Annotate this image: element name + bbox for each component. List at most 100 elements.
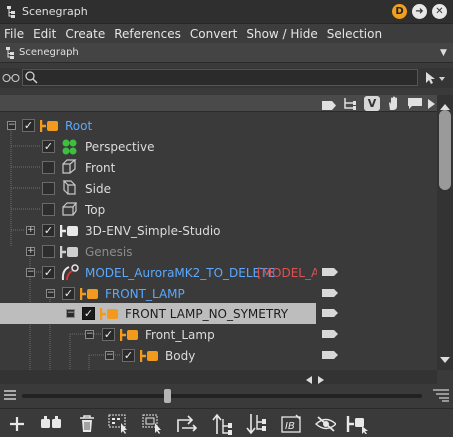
group-orange-icon [39, 119, 58, 133]
tree-row-front-lamp[interactable]: − ✓ FRONT_LAMP [0, 283, 437, 304]
visibility-checkbox[interactable]: ✓ [22, 119, 35, 132]
move-up-icon[interactable] [212, 413, 234, 435]
zoom-slider-row [0, 384, 453, 408]
scene-tree[interactable]: − ✓ Root ✓ Perspective Front Side Top + … [0, 112, 437, 370]
tag-icon[interactable] [322, 351, 338, 359]
vertical-scrollbar-thumb[interactable] [439, 110, 451, 190]
visibility-checkbox[interactable]: ✓ [122, 349, 135, 362]
collapse-icon[interactable]: − [7, 121, 16, 130]
visibility-checkbox[interactable]: ✓ [62, 287, 75, 300]
cube-icon [61, 180, 79, 195]
visibility-checkbox[interactable] [42, 161, 55, 174]
tree-row-genesis[interactable]: + Genesis [0, 241, 437, 262]
search-row [0, 68, 453, 88]
svg-text:IB: IB [285, 421, 295, 432]
v-icon[interactable]: V [364, 96, 380, 111]
arrow-right-icon[interactable] [428, 98, 435, 112]
tag-tool-icon[interactable] [346, 413, 368, 435]
tree-label: Side [85, 181, 111, 196]
visibility-checkbox[interactable] [42, 182, 55, 195]
chevron-down-icon[interactable]: ▼ [440, 48, 447, 58]
visibility-checkbox[interactable]: ✓ [42, 224, 55, 237]
menu-references[interactable]: References [114, 27, 181, 41]
tag-icon[interactable] [322, 289, 338, 297]
select-all-icon[interactable] [108, 413, 130, 435]
collapse-icon[interactable]: − [46, 289, 55, 298]
collapse-icon[interactable]: − [85, 330, 94, 339]
dock-button[interactable]: D [392, 4, 407, 19]
tree-label-suffix: [MODEL_A [257, 265, 317, 280]
rename-icon[interactable]: IB [281, 413, 303, 435]
tree-label: MODEL_AuroraMK2_TO_DELETE [85, 265, 276, 280]
tree-label: 3D-ENV_Simple-Studio [85, 223, 221, 238]
tree-row-front[interactable]: Front [0, 157, 437, 178]
search-input[interactable] [22, 69, 418, 86]
tree-row-model-aurora[interactable]: − ✓ MODEL_AuroraMK2_TO_DELETE [MODEL_A [0, 262, 437, 283]
tree-label: Perspective [85, 139, 155, 154]
zoom-slider-knob[interactable] [164, 389, 171, 403]
group-orange-icon [119, 328, 138, 342]
reference-icon [60, 264, 79, 281]
select-cursor-icon[interactable] [424, 71, 446, 88]
title-bar: Scenegraph D ➜ ✕ [0, 0, 453, 24]
tree-label: Top [85, 202, 106, 217]
comment-icon[interactable] [408, 98, 422, 112]
tag-icon[interactable] [322, 268, 338, 276]
menu-file[interactable]: File [4, 27, 24, 41]
close-button[interactable]: ✕ [432, 4, 447, 19]
move-down-icon[interactable] [246, 413, 268, 435]
tree-label: Root [65, 118, 93, 133]
hide-icon[interactable] [314, 413, 336, 435]
scroll-down-icon[interactable] [440, 352, 450, 366]
collapse-icon[interactable]: − [26, 268, 35, 277]
group-orange-icon [79, 287, 98, 301]
tree-row-front-lamp-child[interactable]: − ✓ Front_Lamp [0, 324, 437, 345]
hierarchy-icon[interactable] [343, 97, 357, 113]
tree-row-body[interactable]: − ✓ Body [0, 345, 437, 366]
cube-icon [61, 201, 79, 216]
tree-label: Genesis [85, 244, 133, 259]
collapse-icon[interactable]: − [105, 351, 114, 360]
tree-row-top[interactable]: Top [0, 199, 437, 220]
tree-row-root[interactable]: − ✓ Root [0, 115, 437, 136]
add-icon[interactable] [6, 413, 28, 435]
select-children-icon[interactable] [142, 413, 164, 435]
tree-label: Body [165, 348, 196, 363]
menu-edit[interactable]: Edit [33, 27, 56, 41]
panel-selector[interactable]: Scenegraph ▼ [0, 43, 453, 63]
tree-row-perspective[interactable]: ✓ Perspective [0, 136, 437, 157]
menu-convert[interactable]: Convert [190, 27, 237, 41]
panel-selector-label: Scenegraph [19, 47, 79, 58]
list-compact-icon[interactable] [4, 390, 16, 404]
tree-row-front-lamp-no-symetry[interactable]: − ✓ FRONT LAMP_NO_SYMETRY [0, 303, 316, 324]
menu-show-hide[interactable]: Show / Hide [246, 27, 317, 41]
tag-icon[interactable] [322, 99, 336, 113]
delete-icon[interactable] [76, 413, 98, 435]
visibility-checkbox[interactable] [42, 245, 55, 258]
collapse-icon[interactable]: − [66, 309, 75, 318]
glasses-icon[interactable] [2, 72, 20, 86]
visibility-checkbox[interactable] [42, 203, 55, 216]
tree-label: FRONT_LAMP [105, 286, 185, 301]
tree-row-side[interactable]: Side [0, 178, 437, 199]
zoom-slider[interactable] [22, 394, 422, 398]
tag-icon[interactable] [322, 330, 338, 338]
tree-row-3d-env[interactable]: + ✓ 3D-ENV_Simple-Studio [0, 220, 437, 241]
duplicate-icon[interactable] [40, 413, 62, 435]
expand-icon[interactable]: + [26, 247, 35, 256]
visibility-checkbox[interactable]: ✓ [42, 266, 55, 279]
visibility-checkbox[interactable]: ✓ [42, 140, 55, 153]
expand-icon[interactable]: + [26, 226, 35, 235]
list-expanded-icon[interactable] [433, 389, 449, 405]
bottom-toolbar: IB [0, 408, 453, 437]
hand-icon[interactable] [387, 96, 399, 113]
move-icon[interactable] [176, 413, 198, 435]
visibility-checkbox[interactable]: ✓ [82, 307, 95, 320]
menu-create[interactable]: Create [65, 27, 105, 41]
visibility-checkbox[interactable]: ✓ [102, 328, 115, 341]
menu-selection[interactable]: Selection [327, 27, 382, 41]
horizontal-scrollbar[interactable] [0, 370, 437, 384]
group-orange-icon [99, 307, 118, 321]
tree-label: FRONT LAMP_NO_SYMETRY [125, 306, 289, 321]
forward-button[interactable]: ➜ [412, 4, 427, 19]
